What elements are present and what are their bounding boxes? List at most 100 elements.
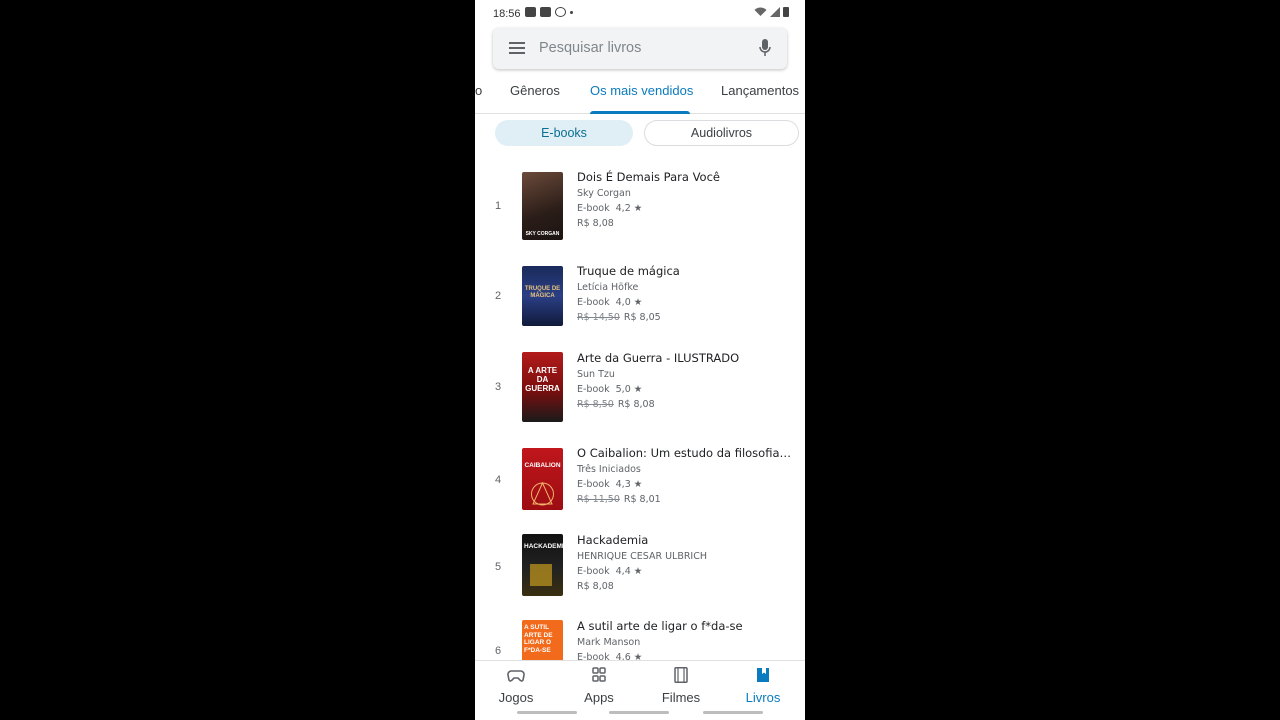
- book-price-line: R$ 8,50 R$ 8,08: [577, 399, 792, 410]
- rank-number: 5: [495, 561, 502, 573]
- book-rating: 4,4 ★: [615, 566, 643, 577]
- book-format: E-book: [577, 479, 610, 490]
- book-author: Mark Manson: [577, 637, 641, 648]
- cover-art: [530, 564, 552, 586]
- book-icon: [757, 668, 769, 682]
- list-item[interactable]: 3 A ARTE DA GUERRA Arte da Guerra - ILUS…: [475, 351, 805, 431]
- cover-emblem-icon: [531, 481, 554, 506]
- book-old-price: R$ 8,50: [577, 399, 614, 410]
- rank-number: 6: [495, 645, 502, 657]
- whatsapp-icon: [555, 7, 566, 17]
- wifi-icon: [754, 7, 767, 16]
- mail-icon: [540, 7, 551, 17]
- book-format: E-book: [577, 297, 610, 308]
- video-call-icon: [525, 7, 536, 17]
- book-price-line: R$ 14,50 R$ 8,05: [577, 312, 792, 323]
- notification-icons: [525, 7, 573, 17]
- phone-screen: 18:56 Pesquisar livros o Gêneros Os mais…: [475, 0, 805, 720]
- book-author: Letícia Höfke: [577, 282, 639, 293]
- bottom-navigation: Jogos Apps Filmes Livros: [475, 660, 805, 720]
- list-item[interactable]: 1 SKY CORGAN Dois É Demais Para Você Sky…: [475, 170, 805, 250]
- signal-icon: [770, 7, 780, 17]
- book-meta: E-book 4,2 ★: [577, 203, 792, 214]
- tab-bestsellers[interactable]: Os mais vendidos: [590, 83, 693, 98]
- book-format: E-book: [577, 384, 610, 395]
- search-input[interactable]: Pesquisar livros: [539, 40, 641, 56]
- rank-number: 2: [495, 290, 502, 302]
- gamepad-icon: [507, 670, 525, 682]
- rank-number: 3: [495, 381, 502, 393]
- book-author: Sky Corgan: [577, 188, 631, 199]
- book-meta: E-book 4,3 ★: [577, 479, 792, 490]
- book-price: R$ 8,05: [623, 312, 661, 323]
- book-author: Sun Tzu: [577, 369, 615, 380]
- book-cover[interactable]: A ARTE DA GUERRA: [522, 352, 563, 422]
- list-item[interactable]: 5 HACKADEMIA Hackademia HENRIQUE CESAR U…: [475, 533, 805, 613]
- book-title[interactable]: Hackademia: [577, 533, 792, 548]
- book-price-line: R$ 11,50 R$ 8,01: [577, 494, 792, 505]
- status-bar: 18:56: [475, 0, 805, 28]
- nav-games[interactable]: Jogos: [481, 667, 551, 705]
- microphone-icon[interactable]: [759, 39, 771, 57]
- cover-title: CAIBALION: [524, 462, 561, 469]
- book-meta: E-book 4,4 ★: [577, 566, 792, 577]
- search-bar[interactable]: Pesquisar livros: [493, 28, 787, 69]
- book-title[interactable]: Dois É Demais Para Você: [577, 170, 792, 185]
- book-author: HENRIQUE CESAR ULBRICH: [577, 551, 708, 562]
- nav-apps[interactable]: Apps: [564, 667, 634, 705]
- cover-title: HACKADEMIA: [524, 543, 563, 550]
- battery-icon: [783, 7, 789, 17]
- gesture-bar-right: [703, 711, 763, 714]
- book-old-price: R$ 11,50: [577, 494, 620, 505]
- book-rating: 5,0 ★: [615, 384, 643, 395]
- category-tabs: o Gêneros Os mais vendidos Lançamentos: [475, 70, 805, 114]
- nav-books-label: Livros: [745, 690, 781, 705]
- list-item[interactable]: 4 CAIBALION O Caibalion: Um estudo da fi…: [475, 446, 805, 526]
- tab-indicator: [590, 111, 690, 114]
- status-time: 18:56: [493, 8, 521, 20]
- nav-books[interactable]: Livros: [728, 667, 798, 705]
- menu-icon[interactable]: [509, 42, 525, 54]
- apps-grid-icon: [592, 667, 606, 682]
- filter-ebooks[interactable]: E-books: [495, 120, 633, 146]
- nav-movies[interactable]: Filmes: [646, 667, 716, 705]
- book-title[interactable]: Arte da Guerra - ILUSTRADO: [577, 351, 792, 366]
- book-cover[interactable]: CAIBALION: [522, 448, 563, 510]
- book-format: E-book: [577, 566, 610, 577]
- gesture-bar-center: [609, 711, 669, 714]
- system-icons: [754, 7, 789, 17]
- book-rating: 4,0 ★: [615, 297, 643, 308]
- tab-genres[interactable]: Gêneros: [510, 83, 560, 98]
- more-notifications-icon: [570, 10, 573, 14]
- film-icon: [674, 667, 688, 683]
- cover-title: A SUTIL ARTE DE LIGAR O F*DA-SE: [524, 624, 553, 654]
- book-format: E-book: [577, 203, 610, 214]
- tab-partial[interactable]: o: [475, 83, 482, 98]
- book-old-price: R$ 14,50: [577, 312, 620, 323]
- nav-games-label: Jogos: [498, 690, 534, 705]
- book-cover[interactable]: TRUQUE DE MÁGICA: [522, 266, 563, 326]
- cover-title: TRUQUE DE MÁGICA: [524, 286, 561, 299]
- book-meta: E-book 5,0 ★: [577, 384, 792, 395]
- book-meta: E-book 4,0 ★: [577, 297, 792, 308]
- filter-audiobooks[interactable]: Audiolivros: [644, 120, 799, 146]
- list-item[interactable]: 2 TRUQUE DE MÁGICA Truque de mágica Letí…: [475, 264, 805, 344]
- cover-title: SKY CORGAN: [525, 231, 560, 237]
- book-author: Três Iniciados: [577, 464, 641, 475]
- book-price: R$ 8,08: [577, 581, 614, 592]
- book-rating: 4,2 ★: [615, 203, 643, 214]
- book-rating: 4,3 ★: [615, 479, 643, 490]
- nav-movies-label: Filmes: [661, 690, 701, 705]
- book-title[interactable]: A sutil arte de ligar o f*da-se: [577, 619, 792, 634]
- book-title[interactable]: O Caibalion: Um estudo da filosofia he..…: [577, 446, 792, 461]
- book-cover[interactable]: HACKADEMIA: [522, 534, 563, 596]
- book-title[interactable]: Truque de mágica: [577, 264, 792, 279]
- tab-new-releases[interactable]: Lançamentos: [721, 83, 799, 98]
- book-price: R$ 8,08: [617, 399, 655, 410]
- book-cover[interactable]: SKY CORGAN: [522, 172, 563, 240]
- cover-title: A ARTE DA GUERRA: [525, 366, 560, 393]
- rank-number: 1: [495, 200, 502, 212]
- rank-number: 4: [495, 474, 502, 486]
- nav-apps-label: Apps: [584, 690, 614, 705]
- book-price: R$ 8,01: [623, 494, 661, 505]
